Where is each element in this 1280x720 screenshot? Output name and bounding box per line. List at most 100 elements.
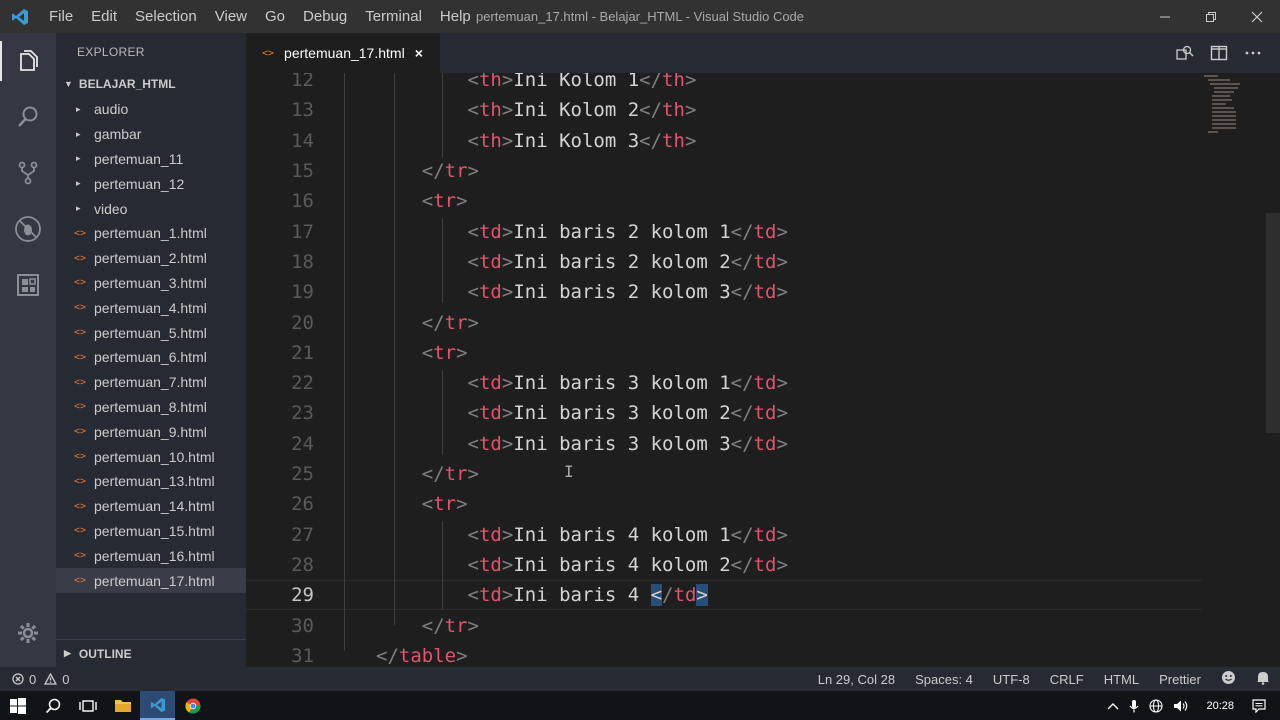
code-line[interactable]: 22 <td>Ini baris 3 kolom 1</td> xyxy=(246,368,1202,398)
explorer-button[interactable] xyxy=(0,33,56,89)
tab-close-button[interactable]: × xyxy=(415,45,423,61)
code-line[interactable]: 25 </tr> xyxy=(246,459,1202,489)
indentation[interactable]: Spaces: 4 xyxy=(905,672,983,687)
task-view-button[interactable] xyxy=(70,691,105,720)
cursor-position[interactable]: Ln 29, Col 28 xyxy=(808,672,905,687)
file-explorer-taskbar-button[interactable] xyxy=(105,691,140,720)
extensions-button[interactable] xyxy=(0,257,56,313)
tag-name: td xyxy=(753,220,777,243)
code-line[interactable]: 21 <tr> xyxy=(246,338,1202,368)
action-center-button[interactable] xyxy=(1246,698,1280,713)
file-item-pertemuan-15[interactable]: <> pertemuan_15.html xyxy=(56,519,246,544)
debug-button[interactable] xyxy=(0,201,56,257)
file-item-pertemuan-1[interactable]: <> pertemuan_1.html xyxy=(56,221,246,246)
folder-item-gambar[interactable]: ▸ gambar xyxy=(56,122,246,147)
code-line[interactable]: 19 <td>Ini baris 2 kolom 3</td> xyxy=(246,277,1202,307)
source-control-button[interactable] xyxy=(0,145,56,201)
file-item-pertemuan-14[interactable]: <> pertemuan_14.html xyxy=(56,494,246,519)
file-item-pertemuan-10[interactable]: <> pertemuan_10.html xyxy=(56,444,246,469)
taskbar-search-button[interactable] xyxy=(35,691,70,720)
tag-bracket: > xyxy=(456,190,468,213)
code-line[interactable]: 14 <th>Ini Kolom 3</th> xyxy=(246,126,1202,156)
workspace-folder-header[interactable]: ▼ BELAJAR_HTML xyxy=(56,71,246,97)
code-line[interactable]: 18 <td>Ini baris 2 kolom 2</td> xyxy=(246,247,1202,277)
tag-bracket: > xyxy=(684,73,697,92)
vscode-taskbar-button[interactable] xyxy=(140,691,175,720)
search-button[interactable] xyxy=(0,89,56,145)
scrollbar-thumb[interactable] xyxy=(1266,213,1280,433)
code-line[interactable]: 13 <th>Ini Kolom 2</th> xyxy=(246,95,1202,125)
code-line[interactable]: 17 <td>Ini baris 2 kolom 1</td> xyxy=(246,217,1202,247)
vertical-scrollbar[interactable] xyxy=(1266,73,1280,667)
code-line[interactable]: 28 <td>Ini baris 4 kolom 2</td> xyxy=(246,550,1202,580)
code-editor[interactable]: 12 <th>Ini Kolom 1</th> 13 <th>Ini Kolom … xyxy=(246,73,1280,667)
menu-edit[interactable]: Edit xyxy=(82,0,126,33)
restore-button[interactable] xyxy=(1188,0,1234,33)
settings-button[interactable] xyxy=(0,605,56,661)
tag-bracket: </ xyxy=(730,372,754,395)
file-item-pertemuan-2[interactable]: <> pertemuan_2.html xyxy=(56,246,246,271)
formatter[interactable]: Prettier xyxy=(1149,672,1211,687)
menu-file[interactable]: File xyxy=(40,0,82,33)
notifications-button[interactable] xyxy=(1246,670,1280,688)
file-item-pertemuan-9[interactable]: <> pertemuan_9.html xyxy=(56,419,246,444)
code-line[interactable]: 26 <tr> xyxy=(246,489,1202,519)
menu-go[interactable]: Go xyxy=(256,0,294,33)
code-line[interactable]: 24 <td>Ini baris 3 kolom 3</td> xyxy=(246,429,1202,459)
menu-selection[interactable]: Selection xyxy=(126,0,206,33)
folder-item-video[interactable]: ▸ video xyxy=(56,196,246,221)
file-item-pertemuan-8[interactable]: <> pertemuan_8.html xyxy=(56,395,246,420)
code-line[interactable]: 30 </tr> xyxy=(246,610,1202,640)
code-line[interactable]: 27 <td>Ini baris 4 kolom 1</td> xyxy=(246,520,1202,550)
file-item-pertemuan-16[interactable]: <> pertemuan_16.html xyxy=(56,543,246,568)
tag-bracket: < xyxy=(421,493,434,516)
start-button[interactable] xyxy=(0,691,35,720)
code-line[interactable]: 31 </table> xyxy=(246,641,1202,667)
menu-debug[interactable]: Debug xyxy=(294,0,356,33)
folder-icon xyxy=(114,700,131,712)
minimap[interactable] xyxy=(1202,73,1266,143)
clock[interactable]: 20:28 xyxy=(1194,700,1246,712)
code-line[interactable]: 20 </tr> xyxy=(246,307,1202,337)
file-item-pertemuan-5[interactable]: <> pertemuan_5.html xyxy=(56,320,246,345)
file-item-pertemuan-17[interactable]: <> pertemuan_17.html xyxy=(56,568,246,593)
encoding[interactable]: UTF-8 xyxy=(983,672,1040,687)
file-item-pertemuan-4[interactable]: <> pertemuan_4.html xyxy=(56,295,246,320)
file-item-pertemuan-3[interactable]: <> pertemuan_3.html xyxy=(56,271,246,296)
code-line[interactable]: 12 <th>Ini Kolom 1</th> xyxy=(246,73,1202,95)
close-button[interactable] xyxy=(1234,0,1280,33)
folder-label: gambar xyxy=(94,126,142,143)
chrome-taskbar-button[interactable] xyxy=(175,691,210,720)
file-label: pertemuan_7.html xyxy=(94,374,207,391)
problems-indicator[interactable]: 0 0 xyxy=(0,672,69,687)
file-item-pertemuan-7[interactable]: <> pertemuan_7.html xyxy=(56,370,246,395)
minimize-button[interactable] xyxy=(1142,0,1188,33)
line-ending[interactable]: CRLF xyxy=(1040,672,1094,687)
split-editor-button[interactable] xyxy=(1202,33,1236,73)
language-mode[interactable]: HTML xyxy=(1094,672,1149,687)
code-line[interactable]: 29 <td>Ini baris 4 </td> xyxy=(246,580,1202,611)
menu-view[interactable]: View xyxy=(206,0,256,33)
folder-item-audio[interactable]: ▸ audio xyxy=(56,97,246,122)
tab-pertemuan-17[interactable]: <> pertemuan_17.html × xyxy=(246,33,440,73)
microphone-tray-icon[interactable] xyxy=(1124,699,1144,713)
show-hidden-icons-button[interactable] xyxy=(1102,702,1124,710)
html-file-icon: <> xyxy=(74,575,87,587)
folder-item-pertemuan-12[interactable]: ▸ pertemuan_12 xyxy=(56,171,246,196)
menu-help[interactable]: Help xyxy=(431,0,480,33)
file-item-pertemuan-6[interactable]: <> pertemuan_6.html xyxy=(56,345,246,370)
code-content: </table> xyxy=(376,645,468,667)
open-preview-button[interactable] xyxy=(1168,33,1202,73)
network-tray-icon[interactable] xyxy=(1144,698,1168,713)
volume-tray-icon[interactable] xyxy=(1168,699,1194,713)
tag-bracket: </ xyxy=(639,73,663,92)
code-line[interactable]: 16 <tr> xyxy=(246,186,1202,216)
code-line[interactable]: 23 <td>Ini baris 3 kolom 2</td> xyxy=(246,398,1202,428)
file-item-pertemuan-13[interactable]: <> pertemuan_13.html xyxy=(56,469,246,494)
menu-terminal[interactable]: Terminal xyxy=(356,0,431,33)
feedback-button[interactable] xyxy=(1211,670,1246,688)
more-actions-button[interactable] xyxy=(1236,33,1270,73)
folder-item-pertemuan-11[interactable]: ▸ pertemuan_11 xyxy=(56,147,246,172)
outline-section-header[interactable]: ▶ OUTLINE xyxy=(56,639,246,667)
code-line[interactable]: 15 </tr> xyxy=(246,156,1202,186)
